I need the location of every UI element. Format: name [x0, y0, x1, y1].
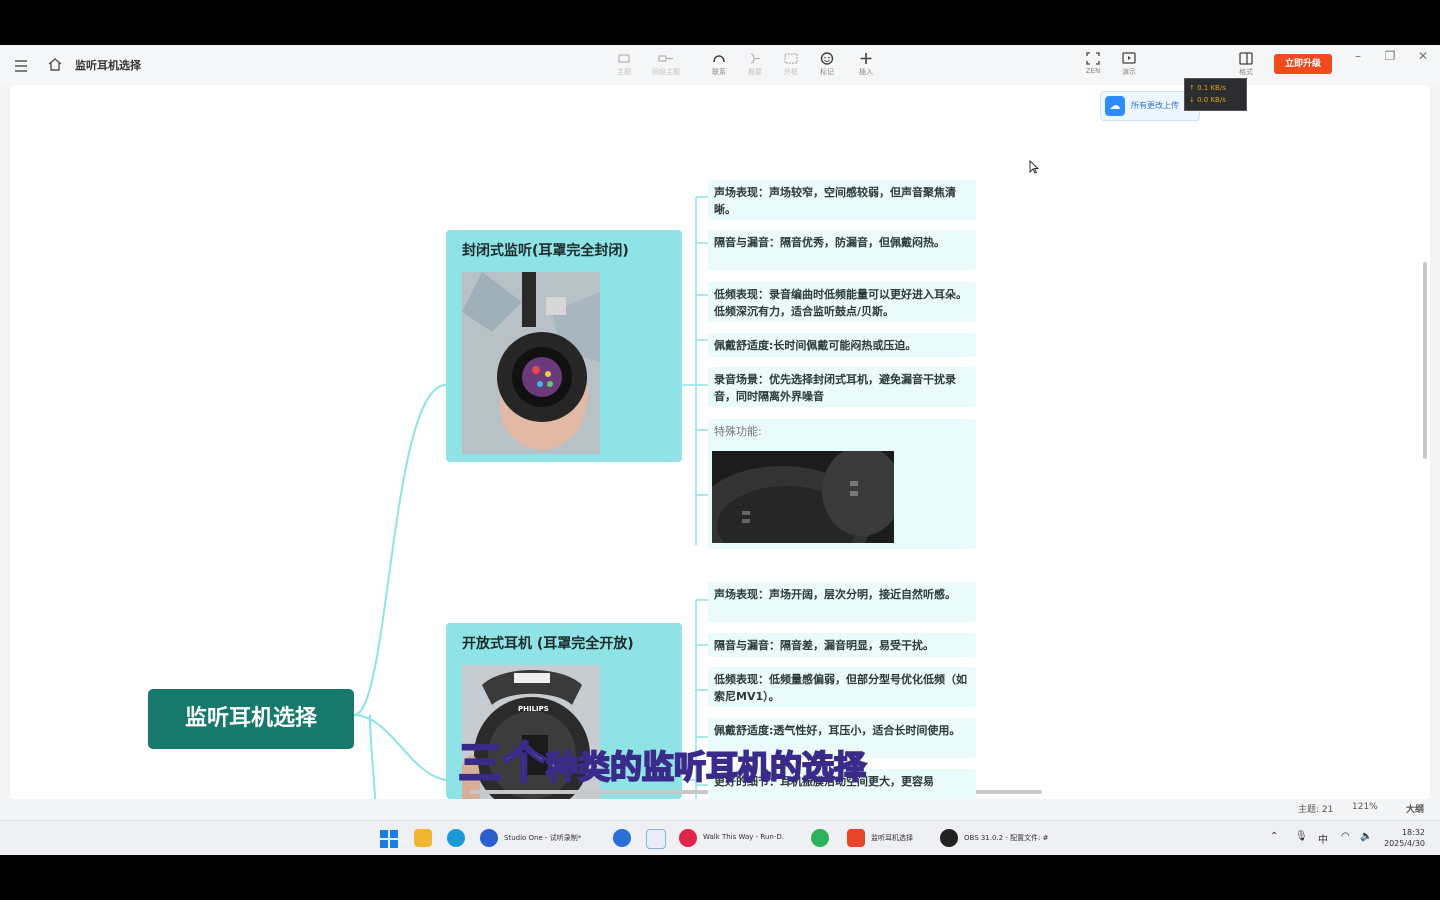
video-subtitle: 三个种类的监听耳机的选择 — [457, 737, 867, 790]
file-explorer-icon[interactable] — [414, 829, 432, 847]
taskbar-music[interactable]: Walk This Way - Run-D. — [703, 833, 784, 841]
toolbar-zen-button[interactable]: ZEN — [1073, 49, 1113, 83]
topic-icon — [618, 54, 630, 63]
sibling-topic-icon — [658, 55, 673, 62]
subtitle-emphasis: 三个 — [457, 737, 547, 790]
outline-toggle[interactable]: 大纲 — [1406, 802, 1424, 815]
vertical-scrollbar[interactable] — [1423, 262, 1427, 459]
maximize-icon[interactable]: ❐ — [1379, 49, 1401, 65]
document-title: 监听耳机选择 — [75, 59, 141, 72]
open-feature-node[interactable]: 隔音与漏音：隔音差，漏音明显，易受干扰。 — [708, 633, 976, 657]
toolbar-label: 同级主题 — [652, 68, 680, 76]
toolbar-label: 演示 — [1122, 68, 1136, 76]
present-icon — [1122, 52, 1136, 64]
taskbar-mindmap[interactable]: 监听耳机选择 — [871, 833, 913, 843]
special-feature-label: 特殊功能: — [714, 425, 762, 438]
philips-brand-text: PHILIPS — [518, 705, 549, 713]
network-speed-widget: ↑ 0.1 KB/s ↓ 0.0 KB/s — [1184, 78, 1247, 111]
clock-date: 2025/4/30 — [1384, 839, 1426, 848]
netease-music-icon[interactable] — [679, 829, 697, 847]
closed-feature-node[interactable]: 佩戴舒适度:长时间佩戴可能闷热或压迫。 — [708, 333, 976, 357]
video-letterbox-top — [0, 0, 1440, 45]
toolbar-label: 插入 — [859, 68, 873, 76]
toolbar-relation-button[interactable]: 联系 — [699, 49, 739, 83]
toolbar-label: ZEN — [1085, 67, 1101, 75]
zoom-level[interactable]: 121% — [1352, 802, 1378, 812]
ime-indicator[interactable]: 中 — [1318, 831, 1328, 846]
branch-closed-title: 封闭式监听(耳罩完全封闭) — [462, 243, 629, 259]
toolbar-label: 主题 — [617, 68, 631, 76]
closed-headphone-photo — [462, 272, 600, 454]
upgrade-button[interactable]: 立即升级 — [1274, 54, 1332, 74]
insert-icon — [860, 53, 872, 64]
minimize-icon[interactable]: – — [1347, 49, 1369, 65]
studio-one-icon[interactable] — [480, 829, 498, 847]
open-feature-node[interactable]: 低频表现：低频量感偏弱，但部分型号优化低频（如索尼MV1）。 — [708, 667, 976, 707]
xmind-icon[interactable] — [847, 829, 865, 847]
cloud-sync-label: 所有更改上传 — [1131, 101, 1179, 110]
taskbar-obs[interactable]: OBS 31.0.2 - 配置文件: # — [964, 833, 1049, 843]
microphone-icon[interactable]: 🎙 — [1295, 831, 1308, 842]
subtitle-text: 种类的监听耳机的选择 — [545, 747, 867, 787]
wifi-icon[interactable]: ◠ — [1341, 831, 1350, 842]
relation-icon — [713, 55, 725, 63]
branch-closed-headphones[interactable]: 封闭式监听(耳罩完全封闭) — [446, 230, 682, 462]
menu-icon[interactable] — [14, 57, 28, 76]
closed-feature-node[interactable]: 录音场景：优先选择封闭式耳机，避免漏音干扰录音，同时隔离外界噪音 — [708, 367, 976, 407]
app-check-icon[interactable] — [613, 829, 631, 847]
format-icon — [1239, 52, 1253, 65]
video-letterbox-bottom — [0, 855, 1440, 900]
closed-feature-node[interactable]: 低频表现：录音编曲时低频能量可以更好进入耳朵。低频深沉有力，适合监听鼓点/贝斯。 — [708, 282, 976, 322]
toolbar-insert-button[interactable]: 插入 — [846, 49, 886, 83]
summary-icon — [750, 53, 760, 64]
root-topic[interactable]: 监听耳机选择 — [148, 689, 354, 749]
open-feature-node[interactable]: 声场表现：声场开阔，层次分明，接近自然听感。 — [708, 582, 976, 622]
mouse-cursor-icon — [1029, 159, 1040, 178]
cloud-app-icon[interactable] — [646, 829, 666, 849]
toolbar-boundary-button[interactable]: 外框 — [771, 49, 811, 83]
download-speed: ↓ 0.0 KB/s — [1189, 96, 1226, 104]
toolbar-topic-button[interactable]: 主题 — [604, 49, 644, 83]
windows-start-icon[interactable] — [380, 830, 398, 852]
toolbar-label: 格式 — [1239, 68, 1253, 76]
closed-feature-node[interactable]: 隔音与漏音：隔音优秀，防漏音，但佩戴闷热。 — [708, 230, 976, 270]
tray-chevron-icon[interactable]: ⌃ — [1270, 831, 1278, 842]
closed-feature-node[interactable]: 声场表现：声场较窄，空间感较弱，但声音聚焦清晰。 — [708, 180, 976, 220]
toolbar-label: 概要 — [748, 68, 762, 76]
zen-icon — [1086, 52, 1100, 65]
home-icon[interactable] — [48, 56, 62, 75]
cloud-icon: ☁ — [1105, 96, 1125, 116]
mindmap-canvas[interactable]: 封闭式监听(耳罩完全封闭) 特殊功能: 开放式耳机 (耳罩完全开放) PHILI… — [10, 85, 1430, 799]
system-clock[interactable]: 18:32 2025/4/30 — [1384, 827, 1425, 849]
obs-icon[interactable] — [940, 829, 958, 847]
special-feature-node[interactable]: 特殊功能: — [692, 419, 976, 576]
toolbar-present-button[interactable]: 演示 — [1109, 49, 1149, 83]
toolbar-label: 外框 — [784, 68, 798, 76]
topic-count: 主题: 21 — [1298, 805, 1334, 815]
toolbar-sibling-topic-button[interactable]: 同级主题 — [646, 49, 686, 83]
windows-taskbar: Studio One - 试听录制* Walk This Way - Run-D… — [0, 820, 1440, 856]
toolbar-label: 标记 — [820, 68, 834, 76]
toolbar-marker-button[interactable]: 标记 — [807, 49, 847, 83]
branch-open-title: 开放式耳机 (耳罩完全开放) — [462, 636, 634, 652]
clock-time: 18:32 — [1401, 828, 1426, 837]
close-icon[interactable]: ✕ — [1412, 49, 1434, 65]
mindmap-app-window: 监听耳机选择 主题 同级主题 联系 概要 外框 标记 插入 ZEN 演示 格式 立即升级 – ❐ … — [0, 45, 1440, 820]
upload-speed: ↑ 0.1 KB/s — [1189, 84, 1226, 92]
toolbar-label: 联系 — [712, 68, 726, 76]
toolbar-summary-button[interactable]: 概要 — [735, 49, 775, 83]
taskbar-studio-one[interactable]: Studio One - 试听录制* — [504, 833, 581, 843]
volume-icon[interactable]: 🔈 — [1360, 831, 1372, 842]
marker-icon — [820, 52, 834, 65]
wechat-icon[interactable] — [811, 829, 829, 847]
earcup-closeup-photo — [692, 446, 902, 576]
boundary-icon — [784, 53, 798, 64]
edge-browser-icon[interactable] — [447, 829, 465, 847]
